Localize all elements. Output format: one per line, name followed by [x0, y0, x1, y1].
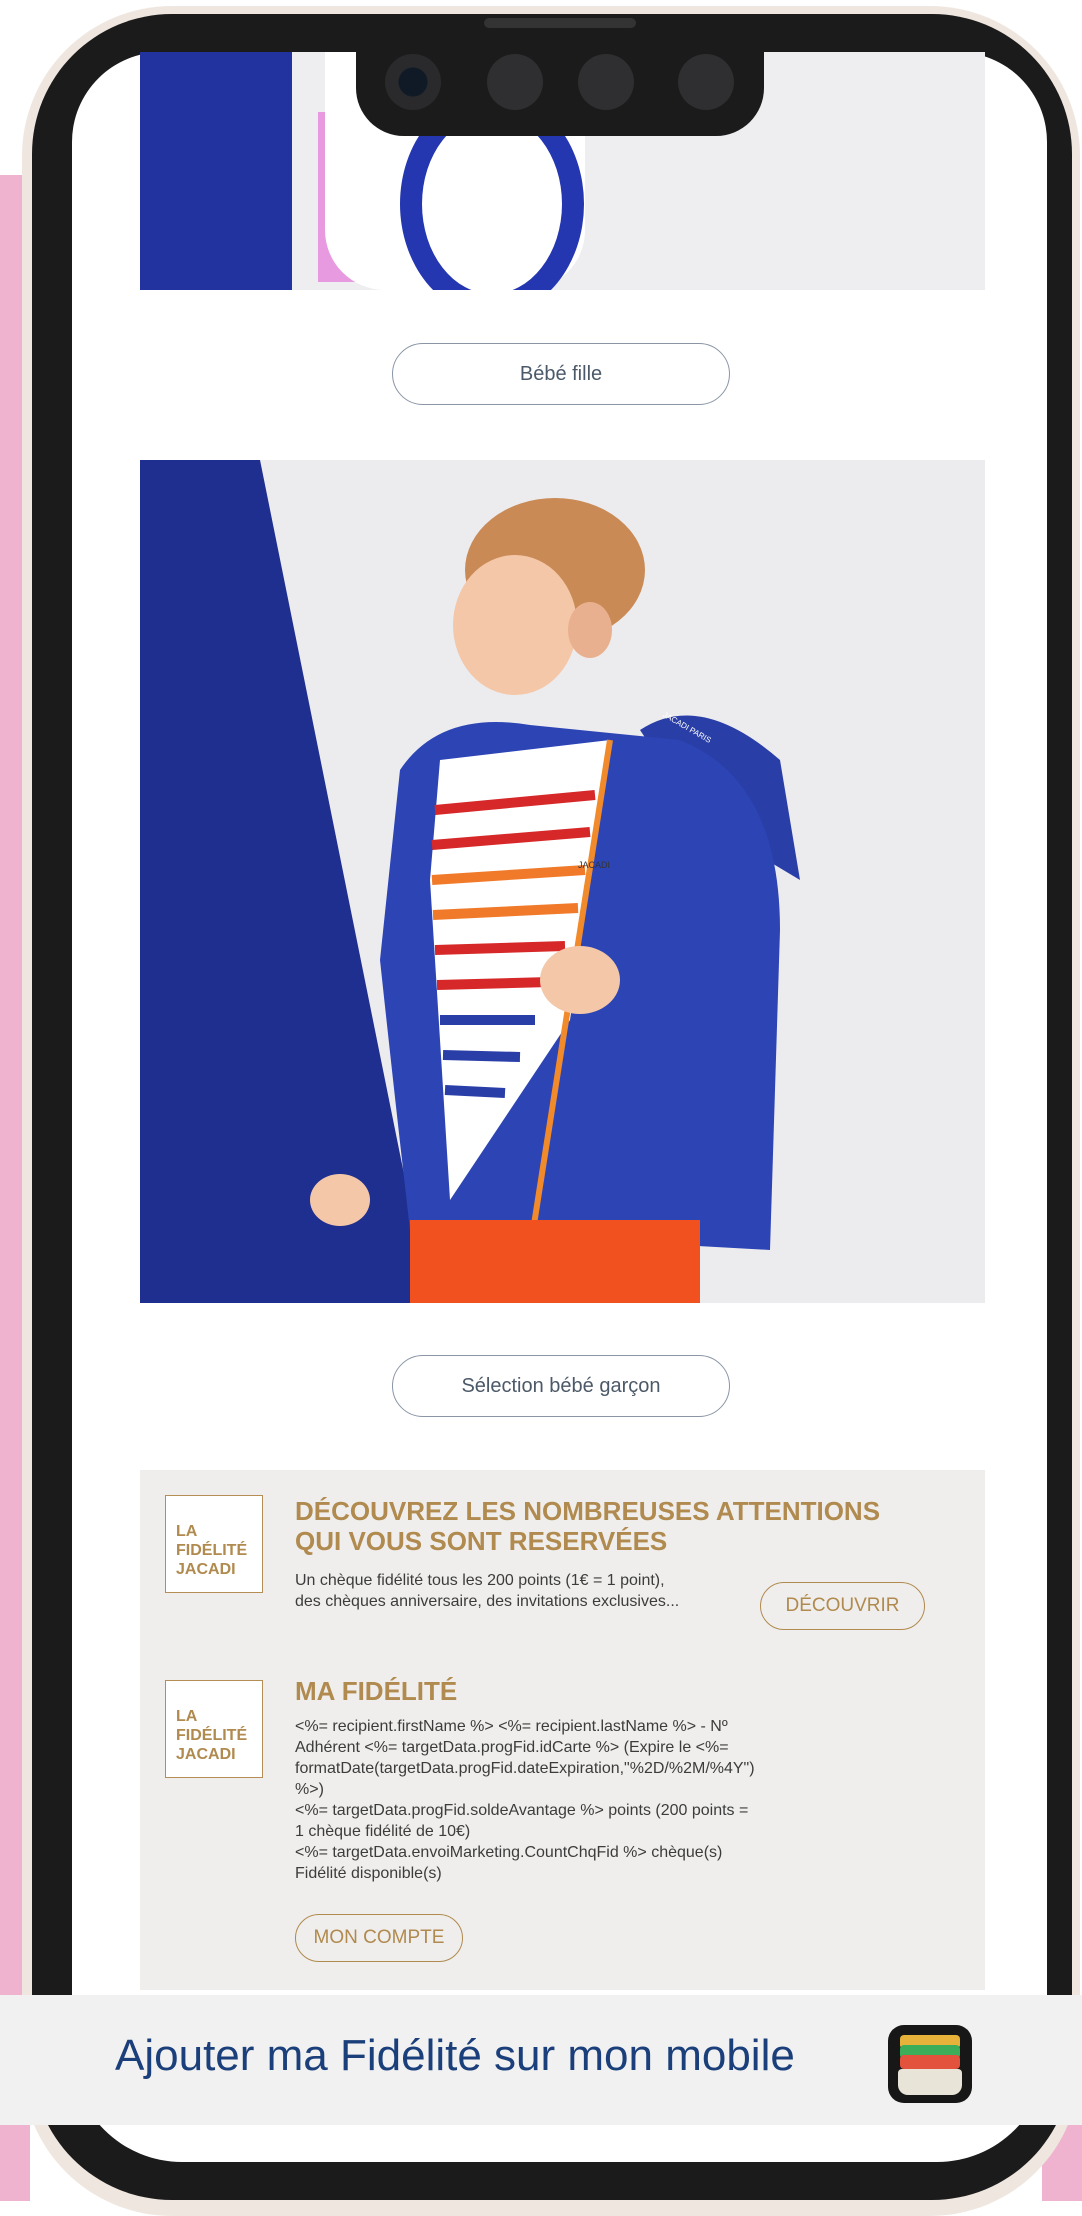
discover-title-line1: DÉCOUVREZ LES NOMBREUSES ATTENTIONS	[295, 1496, 881, 1526]
discover-title-line2: QUI VOUS SONT RESERVÉES	[295, 1526, 668, 1556]
selection-bebe-garcon-button[interactable]: Sélection bébé garçon	[392, 1355, 730, 1417]
wallet-icon	[888, 2025, 972, 2103]
sensor-icon	[487, 54, 543, 110]
discover-body-line2: des chèques anniversaire, des invitation…	[295, 1593, 680, 1610]
wallet-pocket	[898, 2069, 962, 2095]
account-line: %>)	[295, 1781, 324, 1798]
loyalty-section: LA FIDÉLITÉ JACADI DÉCOUVREZ LES NOMBREU…	[140, 1470, 985, 1990]
account-line: <%= targetData.progFid.soldeAvantage %> …	[295, 1802, 749, 1819]
sensor-icon	[678, 54, 734, 110]
account-line: formatDate(targetData.progFid.dateExpira…	[295, 1760, 755, 1777]
camera-icon	[385, 54, 441, 110]
ma-fidelite-title: MA FIDÉLITÉ	[295, 1676, 458, 1706]
baby-boy-illustration	[140, 460, 800, 1303]
discover-body-line1: Un chèque fidélité tous les 200 points (…	[295, 1572, 665, 1589]
logo-line: LA	[176, 1523, 198, 1540]
wallet-card	[900, 2055, 960, 2069]
logo-line: JACADI	[176, 1746, 236, 1763]
account-line: <%= targetData.envoiMarketing.CountChqFi…	[295, 1844, 723, 1861]
jacadi-loyalty-logo: LA FIDÉLITÉ JACADI	[165, 1495, 263, 1593]
logo-line: FIDÉLITÉ	[176, 1727, 248, 1744]
add-loyalty-mobile-banner[interactable]: Ajouter ma Fidélité sur mon mobile	[0, 1995, 1082, 2125]
account-line: <%= recipient.firstName %> <%= recipient…	[295, 1718, 728, 1735]
bebe-fille-button[interactable]: Bébé fille	[392, 343, 730, 405]
account-line: Fidélité disponible(s)	[295, 1865, 442, 1882]
decouvrir-button[interactable]: DÉCOUVRIR	[760, 1582, 925, 1630]
mon-compte-button[interactable]: MON COMPTE	[295, 1914, 463, 1962]
logo-line: JACADI	[176, 1561, 236, 1578]
shirt-brand-label: JACADI	[578, 860, 611, 870]
logo-line: LA	[176, 1708, 198, 1725]
baby-boy-photo[interactable]: JACADI PARIS JACADI	[140, 460, 985, 1303]
logo-line: FIDÉLITÉ	[176, 1542, 248, 1559]
account-line: 1 chèque fidélité de 10€)	[295, 1823, 471, 1840]
account-line: Adhérent <%= targetData.progFid.idCarte …	[295, 1739, 729, 1756]
banner-text: Ajouter ma Fidélité sur mon mobile	[115, 2031, 795, 2080]
sensor-icon	[578, 54, 634, 110]
speaker-grille	[484, 18, 636, 28]
jacadi-loyalty-logo: LA FIDÉLITÉ JACADI	[165, 1680, 263, 1778]
